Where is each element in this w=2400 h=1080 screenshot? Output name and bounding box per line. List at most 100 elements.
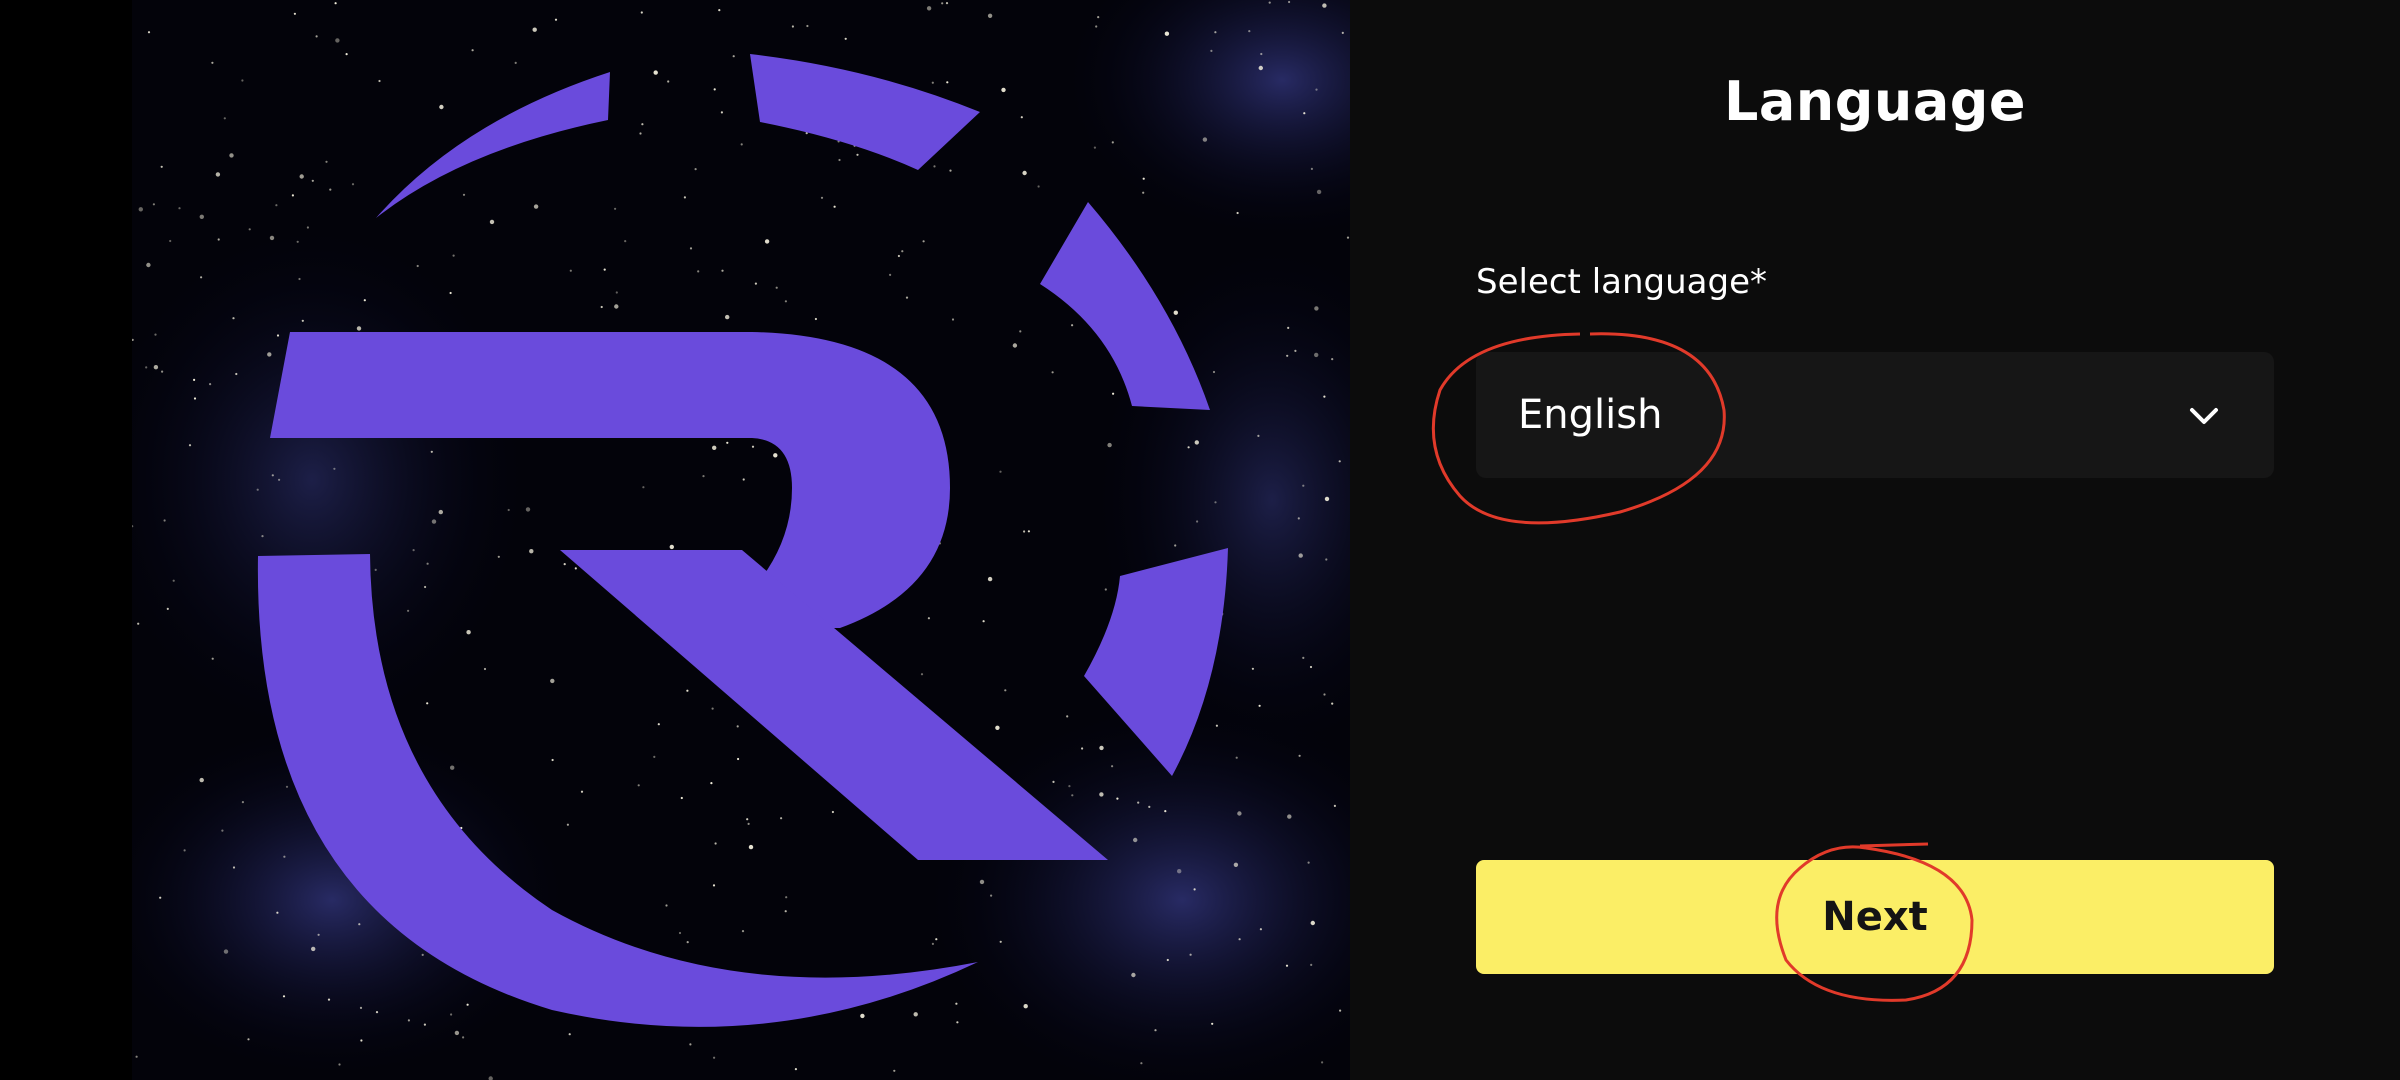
star (697, 270, 700, 273)
star (614, 304, 619, 309)
star (689, 247, 693, 250)
star (951, 318, 955, 321)
star (657, 723, 660, 726)
star (1310, 920, 1316, 926)
star (702, 475, 705, 478)
star (1027, 530, 1030, 533)
star (1071, 324, 1074, 327)
star (217, 238, 220, 241)
star (1288, 0, 1291, 4)
star (1298, 754, 1301, 757)
star (1137, 801, 1140, 804)
star (426, 562, 429, 565)
star (283, 855, 286, 858)
star (569, 269, 572, 272)
star (897, 254, 901, 258)
star (945, 1, 949, 5)
star (334, 2, 337, 5)
star (507, 508, 510, 512)
star (713, 1056, 716, 1059)
star (1309, 665, 1313, 669)
star (1297, 517, 1300, 520)
star (833, 205, 836, 208)
star (1004, 689, 1007, 692)
star (1104, 588, 1107, 591)
star (291, 194, 294, 197)
star (152, 203, 155, 206)
star (568, 1033, 571, 1036)
star (713, 88, 716, 91)
star (450, 1013, 453, 1016)
star (746, 818, 749, 821)
star (1333, 804, 1336, 808)
star (466, 630, 471, 635)
star (931, 942, 935, 946)
star (563, 563, 566, 566)
star (624, 240, 627, 243)
star (1298, 553, 1303, 558)
star (732, 55, 735, 58)
star (450, 765, 455, 770)
star (712, 884, 716, 887)
star (574, 567, 577, 570)
star (1285, 964, 1289, 967)
star (1174, 544, 1177, 547)
star (935, 938, 938, 941)
next-button[interactable]: Next (1476, 860, 2274, 974)
star (956, 1021, 959, 1024)
star (780, 817, 783, 820)
star (1237, 811, 1242, 816)
star (680, 796, 683, 800)
star (775, 286, 778, 289)
star (183, 849, 186, 852)
star (764, 239, 770, 244)
star (554, 18, 558, 21)
star (1325, 558, 1328, 561)
star (736, 725, 739, 728)
star (580, 790, 584, 793)
star (407, 1019, 410, 1022)
star (1071, 794, 1074, 797)
star (714, 842, 717, 845)
star (665, 904, 668, 907)
star (711, 707, 714, 710)
star (913, 1012, 918, 1017)
star (424, 585, 427, 589)
star (754, 282, 758, 285)
language-select[interactable]: English (1476, 352, 2274, 478)
star (1331, 358, 1334, 361)
star (412, 549, 415, 552)
star (742, 478, 745, 481)
star (166, 607, 169, 611)
star (686, 941, 689, 944)
star (1338, 460, 1341, 463)
star (215, 172, 221, 177)
star (1164, 31, 1170, 36)
star (407, 609, 410, 612)
star (683, 196, 687, 199)
star (315, 35, 318, 38)
star (1307, 861, 1310, 864)
star (931, 81, 934, 84)
star (223, 117, 226, 120)
star (329, 188, 332, 191)
star (784, 300, 788, 303)
star (256, 488, 259, 491)
star (146, 262, 151, 268)
star (431, 519, 437, 524)
star (1238, 938, 1241, 941)
star (831, 810, 835, 814)
star (669, 544, 674, 550)
star (995, 725, 1000, 730)
star (1112, 392, 1115, 395)
star (1322, 3, 1327, 8)
star (138, 207, 143, 212)
star (178, 207, 181, 210)
star (325, 160, 328, 163)
star (889, 273, 892, 276)
star (1341, 31, 1344, 34)
star (298, 277, 301, 281)
star (311, 179, 314, 182)
star (1189, 953, 1192, 956)
star (639, 132, 642, 135)
